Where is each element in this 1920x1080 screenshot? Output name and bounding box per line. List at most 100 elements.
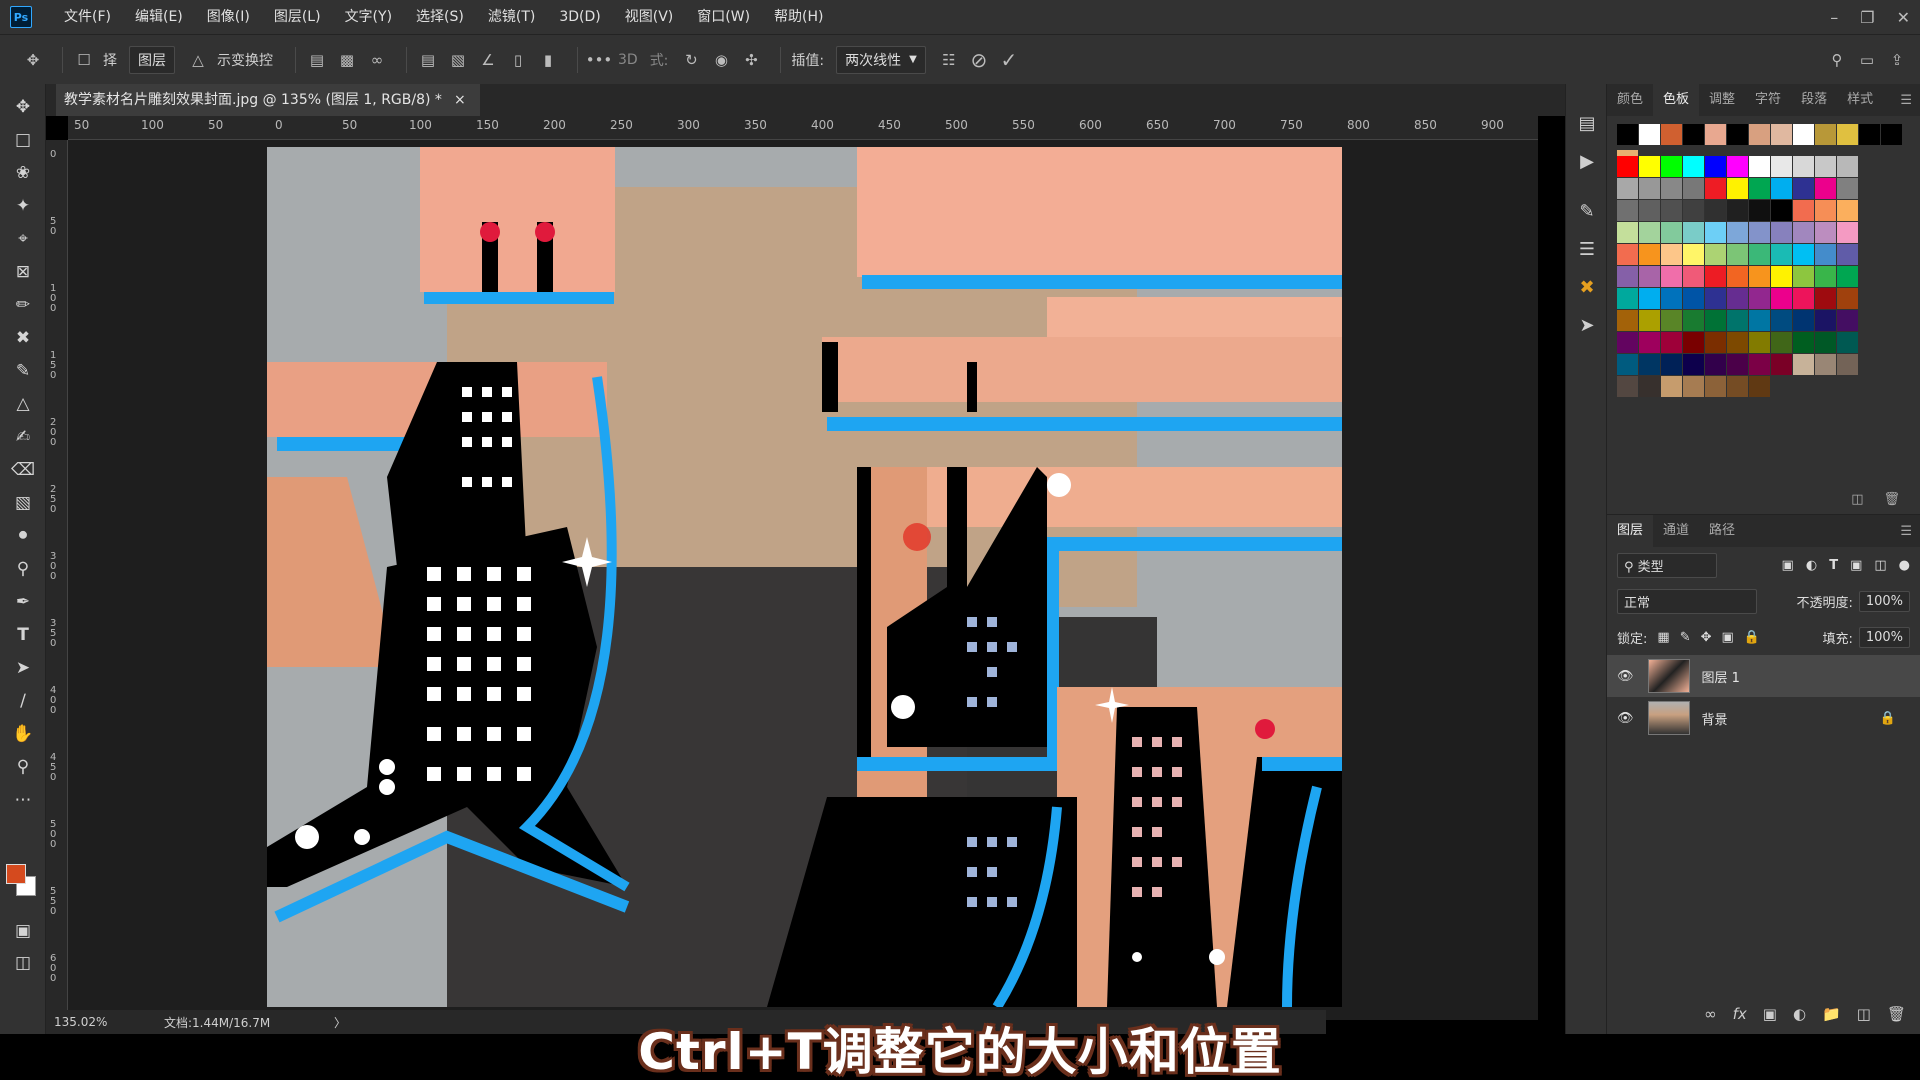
color-swatch[interactable] [1793,222,1814,243]
menu-filter[interactable]: 滤镜(T) [476,0,547,34]
color-swatch[interactable] [1661,310,1682,331]
color-swatch[interactable] [1661,244,1682,265]
delete-swatch-icon[interactable]: 🗑 [1883,492,1900,507]
color-swatch[interactable] [1617,156,1638,177]
hand-tool-icon[interactable]: ✋ [0,717,46,750]
restore-icon[interactable]: ❐ [1860,8,1874,27]
color-swatch[interactable] [1815,156,1836,177]
color-swatch[interactable] [1705,124,1726,145]
lock-pixels-icon[interactable]: ✎ [1680,630,1691,645]
visibility-eye-icon[interactable]: 👁 [1617,669,1634,684]
color-swatch[interactable] [1661,354,1682,375]
color-swatch[interactable] [1749,200,1770,221]
color-swatch[interactable] [1793,200,1814,221]
screen-mode-icon[interactable]: ◫ [0,946,46,979]
more-options-icon[interactable]: ••• [586,49,613,71]
color-swatch[interactable] [1661,222,1682,243]
color-swatch[interactable] [1683,266,1704,287]
lasso-tool-icon[interactable]: ❀ [0,156,46,189]
color-swatch[interactable] [1727,354,1748,375]
color-swatch[interactable] [1771,332,1792,353]
lock-artboard-icon[interactable]: ▣ [1722,630,1734,645]
lock-position-icon[interactable]: ✥ [1701,630,1712,645]
color-swatch[interactable] [1617,332,1638,353]
color-swatch[interactable] [1617,222,1638,243]
color-swatch[interactable] [1815,222,1836,243]
color-swatch[interactable] [1815,266,1836,287]
tool-presets-icon[interactable]: ✖ [1566,268,1608,306]
quick-mask-icon[interactable]: ▣ [0,914,46,947]
move-tool-icon[interactable]: ✥ [0,90,46,123]
color-swatch[interactable] [1639,222,1660,243]
filter-shape-icon[interactable]: ▣ [1850,558,1862,573]
color-swatch[interactable] [1815,354,1836,375]
color-swatch[interactable] [1793,332,1814,353]
color-swatch[interactable] [1617,288,1638,309]
color-swatch[interactable] [1683,332,1704,353]
color-swatch[interactable] [1837,178,1858,199]
color-swatch[interactable] [1837,222,1858,243]
color-swatch[interactable] [1617,178,1638,199]
color-swatch[interactable] [1683,200,1704,221]
color-swatch[interactable] [1683,124,1704,145]
angle-icon[interactable]: ∠ [477,49,499,71]
color-swatch[interactable] [1639,266,1660,287]
color-swatch[interactable] [1837,200,1858,221]
color-swatch[interactable] [1793,244,1814,265]
actions-play-icon[interactable]: ▶ [1566,142,1608,180]
color-swatch[interactable] [1837,288,1858,309]
color-swatch[interactable] [1793,178,1814,199]
tab-channels[interactable]: 通道 [1653,515,1699,547]
color-swatch[interactable] [1639,244,1660,265]
color-swatch[interactable] [1793,288,1814,309]
eyedropper-tool-icon[interactable]: ✏ [0,288,46,321]
color-swatch[interactable] [1881,124,1902,145]
lock-transparent-icon[interactable]: ▦ [1657,630,1669,645]
quick-select-tool-icon[interactable]: ✦ [0,189,46,222]
color-swatch[interactable] [1771,288,1792,309]
color-swatch[interactable] [1705,354,1726,375]
color-swatch[interactable] [1727,200,1748,221]
show-transform-controls[interactable]: 示变换控 [217,50,273,70]
color-swatch[interactable] [1771,156,1792,177]
filter-kind-select[interactable]: ⚲ 类型 [1617,552,1717,578]
blur-tool-icon[interactable]: ⚫ [0,519,46,552]
stamp-tool-icon[interactable]: △ [0,387,46,420]
color-swatch[interactable] [1793,266,1814,287]
line-tool-icon[interactable]: ∕ [0,684,46,717]
color-swatch[interactable] [1617,266,1638,287]
filter-toggle-icon[interactable]: ● [1899,558,1910,573]
menu-edit[interactable]: 编辑(E) [123,0,195,34]
color-swatch[interactable] [1661,332,1682,353]
color-swatch[interactable] [1771,200,1792,221]
panel-menu-icon[interactable]: ☰ [1900,524,1912,539]
panel-menu-icon[interactable]: ☰ [1900,93,1912,108]
color-swatch[interactable] [1749,354,1770,375]
color-swatch[interactable] [1749,376,1770,397]
color-swatch[interactable] [1727,266,1748,287]
color-swatch[interactable] [1815,332,1836,353]
cancel-transform-icon[interactable]: ⊘ [968,48,990,72]
color-swatch[interactable] [1771,310,1792,331]
color-swatch[interactable] [1727,156,1748,177]
clone-source-icon[interactable]: ➤ [1566,306,1608,344]
color-swatch[interactable] [1837,310,1858,331]
color-swatch[interactable] [1749,222,1770,243]
color-swatch[interactable] [1727,222,1748,243]
color-swatch[interactable] [1705,288,1726,309]
menu-type[interactable]: 文字(Y) [333,0,404,34]
warp-mode-icon[interactable]: ☷ [938,49,960,71]
color-swatch[interactable] [1661,288,1682,309]
color-swatch[interactable] [1639,376,1660,397]
color-swatch[interactable] [1705,376,1726,397]
color-swatch[interactable] [1683,288,1704,309]
color-swatch[interactable] [1661,200,1682,221]
3d-rotate-icon[interactable]: ↻ [680,49,702,71]
color-swatch[interactable] [1639,156,1660,177]
color-swatch[interactable] [1749,288,1770,309]
color-swatch[interactable] [1749,244,1770,265]
bars-icon[interactable]: ▯ [507,49,529,71]
menu-layer[interactable]: 图层(L) [262,0,333,34]
color-swatch[interactable] [1705,332,1726,353]
color-swatch[interactable] [1837,244,1858,265]
